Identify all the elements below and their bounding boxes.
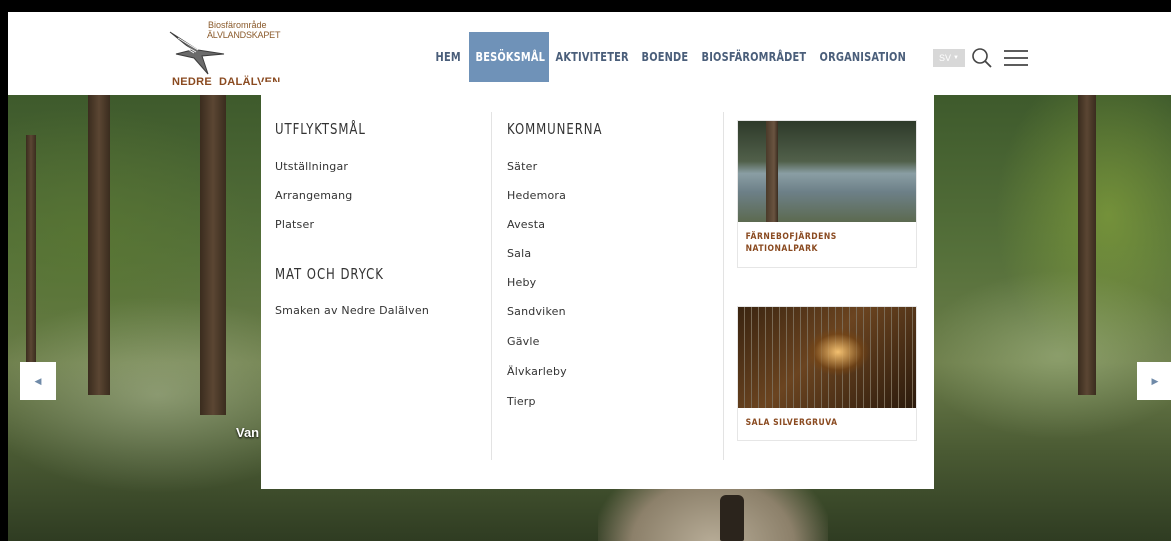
browser-viewport: Van ◀ ▶ Biosfärområde ÄLVLANDSKAPET NEDR… [8, 12, 1171, 541]
kommunerna-heading: KOMMUNERNA [507, 120, 603, 138]
utflyktsmal-heading: UTFLYKTSMÅL [275, 120, 366, 138]
link-avesta[interactable]: Avesta [507, 218, 545, 231]
link-smaken[interactable]: Smaken av Nedre Dalälven [275, 304, 429, 317]
nav-item-boende[interactable]: BOENDE [635, 32, 695, 82]
nav-item-aktiviteter[interactable]: AKTIVITETER [549, 32, 635, 82]
link-heby[interactable]: Heby [507, 276, 536, 289]
link-alvkarleby[interactable]: Älvkarleby [507, 365, 567, 378]
mat-och-dryck-heading: MAT OCH DRYCK [275, 265, 384, 283]
besoksmal-dropdown: UTFLYKTSMÅL Utställningar Arrangemang Pl… [261, 82, 934, 489]
link-sandviken[interactable]: Sandviken [507, 305, 566, 318]
link-utstallningar[interactable]: Utställningar [275, 160, 348, 173]
link-gavle[interactable]: Gävle [507, 335, 540, 348]
tree-trunk [88, 95, 110, 395]
chevron-left-icon: ◀ [34, 375, 42, 386]
column-divider [491, 112, 492, 460]
card-farnebofjarden[interactable]: FÄRNEBOFJÄRDENS NATIONALPARK [737, 120, 917, 268]
link-hedemora[interactable]: Hedemora [507, 189, 566, 202]
chevron-right-icon: ▶ [1151, 375, 1159, 386]
link-arrangemang[interactable]: Arrangemang [275, 189, 352, 202]
nav-item-besoksmal[interactable]: BESÖKSMÅL [469, 32, 549, 82]
main-nav: HEM BESÖKSMÅL AKTIVITETER BOENDE BIOSFÄR… [429, 32, 913, 82]
card-sala-silvergruva[interactable]: SALA SILVERGRUVA [737, 306, 917, 441]
nav-item-biosfaromradet[interactable]: BIOSFÄROMRÅDET [695, 32, 813, 82]
link-tierp[interactable]: Tierp [507, 395, 536, 408]
logo-text-line3: NEDRE [172, 76, 213, 88]
link-platser[interactable]: Platser [275, 218, 314, 231]
column-divider [723, 112, 724, 460]
logo-text-line1: Biosfärområde [208, 20, 267, 30]
card-image [738, 307, 916, 408]
link-sater[interactable]: Säter [507, 160, 537, 173]
caret-down-icon: ▼ [953, 55, 959, 61]
hero-caption: Van [236, 425, 260, 440]
nav-item-hem[interactable]: HEM [429, 32, 469, 82]
nav-item-organisation[interactable]: ORGANISATION [813, 32, 913, 82]
site-logo[interactable]: Biosfärområde ÄLVLANDSKAPET NEDRE DALÄLV… [168, 18, 288, 92]
tree-trunk [26, 135, 36, 395]
language-value: SV [939, 53, 952, 63]
search-icon[interactable] [971, 47, 993, 69]
language-select[interactable]: SV ▼ [933, 49, 965, 67]
tree-trunk [200, 95, 226, 415]
card-image [738, 121, 916, 222]
card-caption: FÄRNEBOFJÄRDENS NATIONALPARK [745, 232, 837, 254]
hamburger-menu-icon[interactable] [1004, 49, 1028, 67]
logo-text-line2: ÄLVLANDSKAPET [207, 30, 281, 40]
slider-next-button[interactable]: ▶ [1137, 362, 1171, 400]
tree-trunk [1078, 95, 1096, 395]
card-caption: SALA SILVERGRUVA [745, 418, 838, 428]
hiker-figure [720, 495, 744, 541]
link-sala[interactable]: Sala [507, 247, 531, 260]
slider-prev-button[interactable]: ◀ [20, 362, 56, 400]
